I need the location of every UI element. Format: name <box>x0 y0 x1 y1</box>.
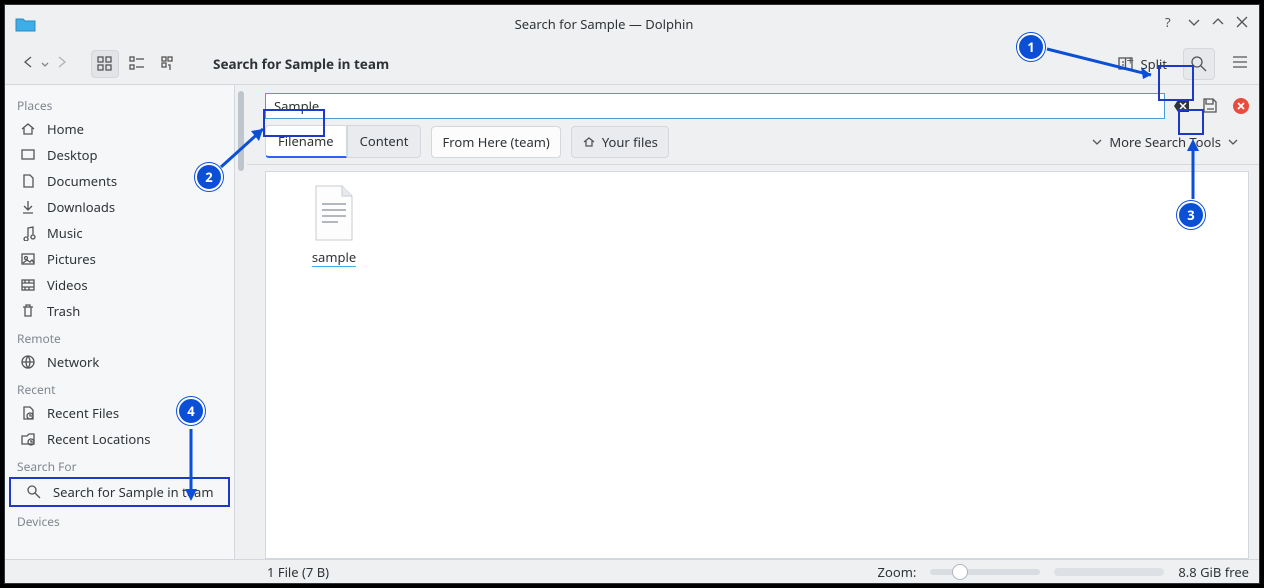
search-filters: Filename Content From Here (team) Your f… <box>247 123 1259 165</box>
music-icon <box>19 224 37 242</box>
sidebar-item-label: Downloads <box>47 198 115 216</box>
annotation-arrow-4 <box>183 425 203 505</box>
sidebar-item-music[interactable]: Music <box>5 220 234 246</box>
sidebar-item-label: Network <box>47 353 99 371</box>
result-filename: sample <box>312 248 356 267</box>
sidebar-item-label: Home <box>47 120 84 138</box>
view-mode-group <box>91 50 183 78</box>
section-remote: Remote <box>5 324 234 349</box>
annotation-arrow-1 <box>1043 45 1163 85</box>
section-devices: Devices <box>5 507 234 532</box>
window-title: Search for Sample — Dolphin <box>45 15 1163 33</box>
svg-text:?: ? <box>1165 15 1171 29</box>
annotation-4: 4 <box>177 397 205 425</box>
sidebar-item-label: Trash <box>47 302 80 320</box>
from-here-label: From Here (team) <box>442 133 549 151</box>
sidebar-item-network[interactable]: Network <box>5 349 234 375</box>
videos-icon <box>19 276 37 294</box>
your-files-option[interactable]: Your files <box>571 126 669 158</box>
annotation-box-search-button <box>1158 65 1194 101</box>
sidebar-item-videos[interactable]: Videos <box>5 272 234 298</box>
tab-content[interactable]: Content <box>347 125 422 158</box>
status-bar: 1 File (7 B) Zoom: 8.8 GiB free <box>5 559 1259 583</box>
section-places: Places <box>5 91 234 116</box>
desktop-icon <box>19 146 37 164</box>
status-summary: 1 File (7 B) <box>267 563 329 581</box>
pictures-icon <box>19 250 37 268</box>
maximize-button[interactable] <box>1211 15 1225 33</box>
home-icon <box>582 135 596 149</box>
sidebar-item-label: Desktop <box>47 146 98 164</box>
network-icon <box>19 353 37 371</box>
menu-button[interactable] <box>1231 53 1249 75</box>
recent-files-icon <box>19 404 37 422</box>
home-icon <box>19 120 37 138</box>
zoom-slider[interactable] <box>930 569 1040 575</box>
sidebar-item-trash[interactable]: Trash <box>5 298 234 324</box>
chevron-down-icon <box>1091 136 1103 148</box>
icons-view-button[interactable] <box>91 50 119 78</box>
title-bar: Search for Sample — Dolphin ? <box>5 5 1259 43</box>
search-icon <box>25 483 43 501</box>
free-space-label: 8.8 GiB free <box>1178 563 1249 581</box>
results-view[interactable]: sample <box>265 171 1249 559</box>
search-input-wrapper <box>265 93 1165 119</box>
recent-locations-icon <box>19 430 37 448</box>
sidebar-item-pictures[interactable]: Pictures <box>5 246 234 272</box>
app-icon <box>15 15 37 33</box>
annotation-1: 1 <box>1017 33 1045 61</box>
sidebar-item-label: Recent Files <box>47 404 119 422</box>
back-button[interactable] <box>15 49 41 79</box>
search-bar <box>247 85 1259 123</box>
sidebar-item-label: Pictures <box>47 250 96 268</box>
disk-usage-bar <box>1054 568 1164 576</box>
text-file-icon <box>310 184 358 242</box>
result-item[interactable]: sample <box>288 184 380 267</box>
sidebar-item-label: Music <box>47 224 83 242</box>
from-here-option[interactable]: From Here (team) <box>431 126 560 158</box>
forward-button[interactable] <box>49 49 75 79</box>
annotation-arrow-3 <box>1185 135 1205 203</box>
compact-view-button[interactable] <box>123 50 151 78</box>
dolphin-window: Search for Sample — Dolphin ? Search <box>4 4 1260 584</box>
sidebar-item-home[interactable]: Home <box>5 116 234 142</box>
close-search-button[interactable] <box>1233 98 1249 114</box>
help-button[interactable]: ? <box>1163 15 1177 33</box>
chevron-down-icon <box>1227 136 1239 148</box>
sidebar-item-label: Recent Locations <box>47 430 150 448</box>
annotation-3: 3 <box>1177 201 1205 229</box>
more-search-tools[interactable]: More Search Tools <box>1081 127 1249 157</box>
documents-icon <box>19 172 37 190</box>
details-view-button[interactable] <box>155 50 183 78</box>
your-files-label: Your files <box>602 133 658 151</box>
sidebar-item-downloads[interactable]: Downloads <box>5 194 234 220</box>
annotation-box-save-search <box>1178 109 1204 135</box>
minimize-button[interactable] <box>1187 15 1201 33</box>
sidebar-item-label: Videos <box>47 276 88 294</box>
downloads-icon <box>19 198 37 216</box>
location-label: Search for Sample in team <box>213 55 389 73</box>
back-dropdown-icon[interactable] <box>41 55 49 73</box>
trash-icon <box>19 302 37 320</box>
zoom-label: Zoom: <box>878 563 917 581</box>
annotation-arrow-2 <box>217 123 277 173</box>
search-input[interactable] <box>272 96 1158 116</box>
sidebar-item-label: Documents <box>47 172 117 190</box>
main-panel: Filename Content From Here (team) Your f… <box>247 85 1259 559</box>
close-button[interactable] <box>1235 15 1249 33</box>
